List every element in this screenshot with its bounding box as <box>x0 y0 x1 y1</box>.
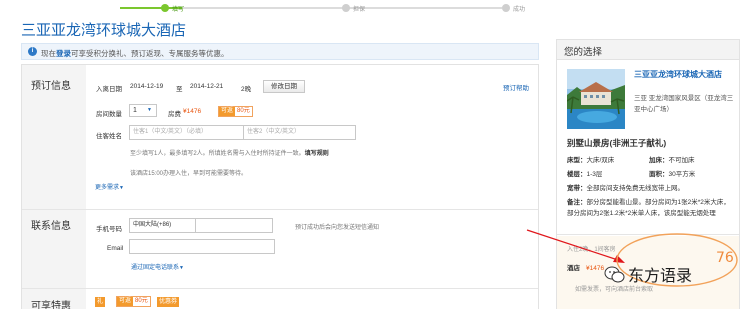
progress-step-2-dot <box>342 4 350 12</box>
chevron-down-icon: ▼ <box>179 265 184 271</box>
booking-form: 预订信息 联系信息 可享特惠 入离日期 2014-12-19 至 2014-12… <box>21 64 539 309</box>
spec-broadband: 宽带：全部房间支持免费无线宽带上网。 <box>567 182 684 192</box>
progress-step-1-label: 填写 <box>172 7 185 13</box>
login-link[interactable]: 登录 <box>56 49 71 58</box>
room-note-label: 备注： <box>567 199 587 206</box>
checkin-time-note: 该酒店15:00办理入住，早到可能需要等待。 <box>130 171 248 177</box>
stay-summary: 入住2晚，1间客房 <box>567 247 616 253</box>
guest1-input[interactable]: 住客1（中文/英文）（必填） <box>129 125 244 140</box>
notice-suffix: 可享受积分换礼、预订返现、专属服务等优惠。 <box>71 49 229 58</box>
phone-label: 手机号码 <box>96 226 122 233</box>
spec-broadband-value: 全部房间支持免费无线宽带上网。 <box>586 185 685 192</box>
hotel-price-value: ¥1476 <box>586 265 605 272</box>
login-notice: i 现在登录可享受积分换礼、预订返现、专属服务等优惠。 <box>21 43 539 60</box>
fixed-phone-label: 通过固定电话联系 <box>131 265 180 271</box>
spec-area-value: 30平方米 <box>668 171 696 178</box>
guest2-input[interactable]: 住客2（中文/英文） <box>243 125 356 140</box>
checkin-date[interactable]: 2014-12-19 <box>130 83 163 90</box>
booking-section-title: 预订信息 <box>31 81 71 92</box>
phone-prefix-field[interactable]: 中国大陆(+86) <box>129 218 196 233</box>
hotel-photo-image <box>567 69 625 129</box>
room-note: 备注：部分房型能看山景。部分房间为1张2米*2米大床，部分房间为2张1.2米*2… <box>567 197 735 219</box>
fixed-phone-link[interactable]: 通过固定电话联系▼ <box>131 262 184 271</box>
spec-area-key: 面积： <box>649 171 669 178</box>
sidebar-header: 您的选择 <box>557 40 739 60</box>
room-note-text: 部分房型能看山景。部分房间为1张2米*2米大床，部分房间为2张1.2米*2米单人… <box>567 199 730 217</box>
benefit-rebate-value: 80元 <box>135 298 148 304</box>
rebate-badge: 可返 80元 <box>218 106 253 117</box>
notice-text: 现在登录可享受积分换礼、预订返现、专属服务等优惠。 <box>41 48 229 59</box>
progress-todo-2 <box>342 7 502 9</box>
checkin-label: 入离日期 <box>96 86 122 93</box>
wechat-logo-icon <box>604 266 625 283</box>
section-divider-1 <box>22 209 538 210</box>
email-input[interactable] <box>129 239 275 254</box>
guest-name-label: 住客姓名 <box>96 133 122 140</box>
progress-step-1-dot <box>161 4 169 12</box>
room-count-value: 1 <box>133 107 137 114</box>
spec-floor-value: 1-3层 <box>586 171 603 178</box>
hotel-photo[interactable] <box>567 69 625 129</box>
phone-prefix-value: 中国大陆(+86) <box>133 222 172 228</box>
gift-badge: 礼 <box>95 297 106 307</box>
room-fee-label: 房费 <box>168 111 181 118</box>
benefit-rebate-badge: 可返 80元 <box>116 296 151 307</box>
coupon-badge: 优惠券 <box>157 297 180 307</box>
spec-bed-value: 大床/双床 <box>586 157 615 164</box>
sidebar-divider <box>557 234 739 235</box>
phone-hint: 预订成功后会向您发送短信通知 <box>295 225 380 231</box>
date-separator: 至 <box>176 86 183 93</box>
spec-area: 面积：30平方米 <box>649 168 695 178</box>
phone-input[interactable] <box>195 218 273 233</box>
contact-section-title: 联系信息 <box>31 221 71 232</box>
rebate-badge-label: 可返 <box>219 107 236 116</box>
chevron-down-icon: ▼ <box>147 107 152 113</box>
spec-extra-bed: 加床：不可加床 <box>649 154 695 164</box>
checkout-date[interactable]: 2014-12-21 <box>190 83 223 90</box>
spec-bed-key: 床型： <box>567 157 587 164</box>
spec-floor: 楼层：1-3层 <box>567 168 602 178</box>
annotation-number: 76 <box>716 250 734 266</box>
hotel-price-label: 酒店 <box>567 265 580 272</box>
section-divider-2 <box>22 288 538 289</box>
more-requests-label: 更多需求 <box>95 185 120 191</box>
progress-step-2-label: 担保 <box>353 7 366 13</box>
spec-floor-key: 楼层： <box>567 171 587 178</box>
guest-hint: 至少填写1人，最多填写2人。所填姓名需与入住时所持证件一致。填写规则 <box>130 148 329 157</box>
guest-hint-text: 至少填写1人，最多填写2人。所填姓名需与入住时所持证件一致。 <box>130 151 305 157</box>
spec-extra-bed-value: 不可加床 <box>668 157 695 164</box>
info-icon: i <box>28 47 37 56</box>
progress-todo-1 <box>182 7 342 9</box>
spec-extra-bed-key: 加床： <box>649 157 669 164</box>
more-requests-link[interactable]: 更多需求▼ <box>95 182 124 191</box>
sidebar-title: 您的选择 <box>564 47 603 58</box>
progress-step-3-label: 成功 <box>513 7 526 13</box>
hotel-price-row: 酒店 ¥1476 <box>567 262 604 272</box>
progress-step-3-dot <box>502 4 510 12</box>
room-count-label: 房间数量 <box>96 111 122 118</box>
notice-prefix: 现在 <box>41 49 56 58</box>
spec-bed: 床型：大床/双床 <box>567 154 614 164</box>
email-label: Email <box>107 245 124 252</box>
page-title: 三亚亚龙湾环球城大酒店 <box>21 22 187 39</box>
modify-date-button[interactable]: 修改日期 <box>263 80 305 93</box>
booking-help-link[interactable]: 预订帮助 <box>503 82 529 92</box>
spec-broadband-key: 宽带： <box>567 185 587 192</box>
sidebar-hotel-name[interactable]: 三亚亚龙湾环球城大酒店 <box>634 70 736 80</box>
rebate-badge-value: 80元 <box>237 108 250 114</box>
benefit-section-title: 可享特惠 <box>31 301 71 309</box>
room-fee-value: ¥1476 <box>183 108 202 115</box>
room-count-select[interactable]: 1 ▼ <box>129 104 157 117</box>
chevron-down-icon: ▼ <box>119 185 124 191</box>
sidebar-room-name: 别墅山景房(非洲王子献礼) <box>567 138 667 148</box>
sidebar-hotel-address: 三亚 亚龙湾国家风景区（亚龙湾三亚中心广场） <box>634 95 734 113</box>
benefit-rebate-label: 可返 <box>117 297 134 306</box>
nights-count: 2晚 <box>241 86 252 93</box>
fill-rule-link[interactable]: 填写规则 <box>305 151 329 157</box>
watermark-text: 东方语录 <box>628 266 693 285</box>
